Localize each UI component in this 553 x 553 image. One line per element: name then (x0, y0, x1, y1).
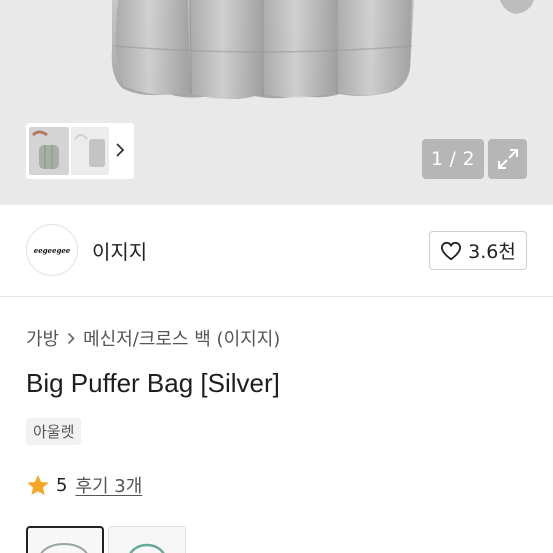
breadcrumb-item-category[interactable]: 가방 (26, 325, 59, 351)
star-icon (26, 474, 50, 497)
expand-icon[interactable] (488, 139, 527, 179)
like-count: 3.6천 (468, 241, 516, 263)
counter-separator: / (449, 148, 457, 170)
outlet-badge: 아울렛 (26, 418, 82, 445)
image-counter: 1 / 2 (422, 139, 484, 179)
shop-logo[interactable]: eegeegee (26, 224, 78, 276)
option-thumbnails (26, 526, 186, 553)
like-button[interactable]: 3.6천 (429, 231, 527, 270)
option-thumbnail-2[interactable] (108, 526, 186, 553)
rating-row: 5 후기 3개 (26, 472, 142, 498)
chevron-right-icon (67, 332, 75, 345)
thumbnail-1[interactable] (29, 127, 69, 175)
option-thumbnail-1[interactable] (26, 526, 104, 553)
shop-name[interactable]: 이지지 (92, 236, 147, 265)
shop-row: eegeegee 이지지 3.6천 (0, 205, 553, 297)
breadcrumb-item-subcategory[interactable]: 메신저/크로스 백 (이지지) (83, 325, 280, 351)
shop-logo-text: eegeegee (33, 245, 71, 255)
product-title: Big Puffer Bag [Silver] (26, 368, 280, 398)
counter-total: 2 (462, 148, 476, 170)
chevron-right-icon[interactable] (112, 140, 128, 160)
rating-score: 5 (56, 474, 68, 496)
breadcrumb: 가방 메신저/크로스 백 (이지지) (26, 325, 280, 351)
counter-current: 1 (430, 148, 444, 170)
product-image-gallery[interactable]: 1 / 2 (0, 0, 553, 205)
thumbnail-strip (26, 123, 134, 179)
reviews-link[interactable]: 후기 3개 (75, 472, 142, 498)
heart-outline-icon (440, 241, 462, 261)
thumbnail-2[interactable] (71, 127, 109, 175)
